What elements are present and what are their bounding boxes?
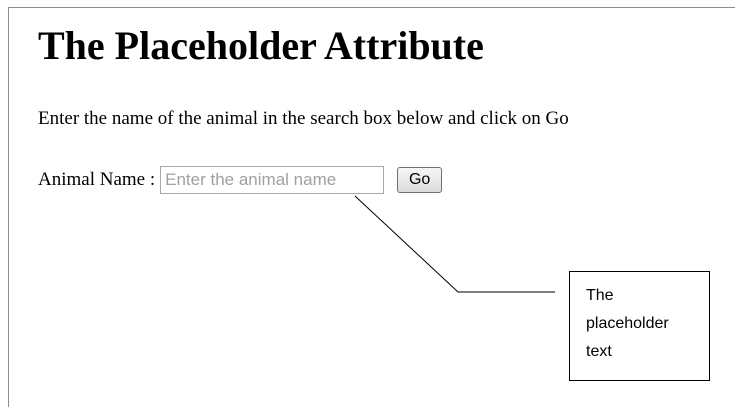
- callout-box: The placeholder text: [569, 271, 710, 381]
- go-button[interactable]: Go: [397, 167, 443, 193]
- page-title: The Placeholder Attribute: [38, 23, 484, 68]
- callout-text: The placeholder text: [586, 287, 669, 360]
- animal-name-input[interactable]: [160, 166, 385, 194]
- instructions-text: Enter the name of the animal in the sear…: [38, 108, 569, 129]
- animal-name-label: Animal Name :: [38, 169, 156, 190]
- search-form: Animal Name : Go: [38, 166, 443, 194]
